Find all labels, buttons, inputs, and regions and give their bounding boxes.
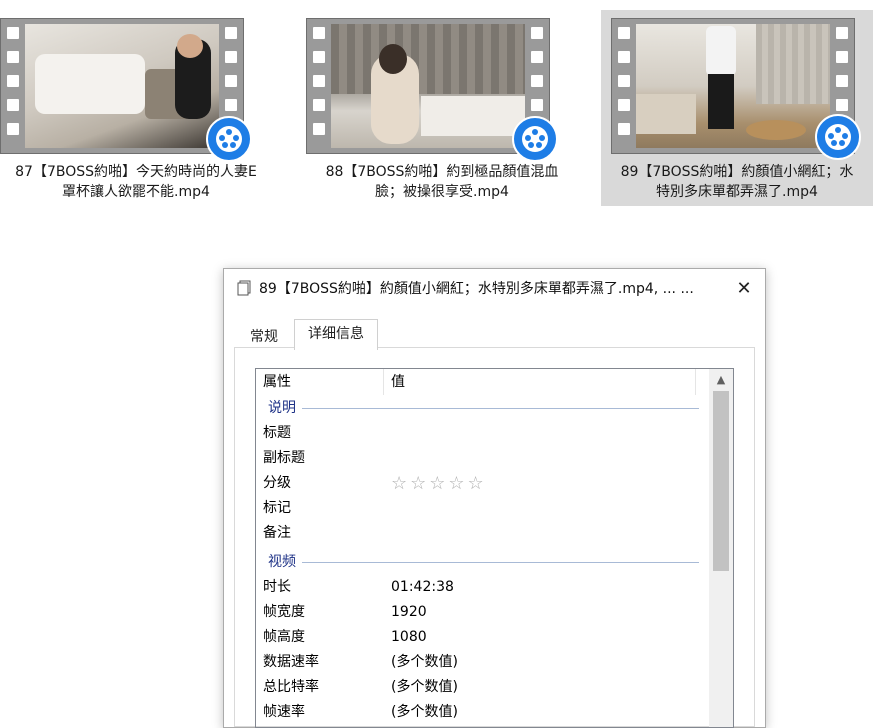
file-item-87[interactable]: 87【7BOSS約啪】今天約時尚的人妻E 罩杯讓人欲罷不能.mp4: [0, 10, 272, 206]
close-button[interactable]: ✕: [723, 269, 765, 307]
files-icon: [236, 280, 252, 296]
group-header-video: 视频: [256, 551, 709, 573]
details-panel: 属性 值 说明 标题 副标题 分级 ☆☆☆☆☆ 标记 备注 视频 时长 01:42:…: [234, 347, 755, 728]
property-row-rating[interactable]: 分级 ☆☆☆☆☆: [256, 471, 709, 496]
group-header-description: 说明: [256, 397, 709, 419]
property-row[interactable]: 帧速率 (多个数值): [256, 700, 709, 725]
property-list[interactable]: 属性 值 说明 标题 副标题 分级 ☆☆☆☆☆ 标记 备注 视频 时长 01:42:…: [255, 368, 734, 728]
property-row[interactable]: 备注: [256, 521, 709, 546]
file-name-label: 89【7BOSS約啪】約顏值小網紅；水 特別多床單都弄濕了.mp4: [620, 164, 854, 200]
property-row[interactable]: 帧高度 1080: [256, 625, 709, 650]
video-player-icon: [206, 116, 252, 162]
property-row[interactable]: 标记: [256, 496, 709, 521]
video-player-icon: [512, 116, 558, 162]
column-header-value[interactable]: 值: [384, 369, 696, 395]
property-row[interactable]: 总比特率 (多个数值): [256, 675, 709, 700]
column-header-property[interactable]: 属性: [256, 369, 384, 395]
property-row[interactable]: 副标题: [256, 446, 709, 471]
scrollbar-thumb[interactable]: [713, 391, 729, 571]
video-player-icon: [815, 114, 861, 160]
property-row[interactable]: 时长 01:42:38: [256, 575, 709, 600]
file-item-89[interactable]: 89【7BOSS約啪】約顏值小網紅；水 特別多床單都弄濕了.mp4: [601, 10, 873, 206]
property-row[interactable]: 标题: [256, 421, 709, 446]
list-header: 属性 值: [256, 369, 709, 395]
dialog-title: 89【7BOSS約啪】約顏值小網紅；水特別多床單都弄濕了.mp4, ... ..…: [259, 281, 694, 297]
properties-dialog: 89【7BOSS約啪】約顏值小網紅；水特別多床單都弄濕了.mp4, ... ..…: [223, 268, 766, 728]
file-item-88[interactable]: 88【7BOSS約啪】約到極品顏值混血 臉；被操很享受.mp4: [306, 10, 578, 206]
file-name-label: 87【7BOSS約啪】今天約時尚的人妻E 罩杯讓人欲罷不能.mp4: [15, 164, 257, 200]
scroll-up-arrow-icon[interactable]: ▲: [709, 369, 733, 389]
rating-stars[interactable]: ☆☆☆☆☆: [391, 471, 487, 496]
property-row[interactable]: 数据速率 (多个数值): [256, 650, 709, 675]
dialog-titlebar[interactable]: 89【7BOSS約啪】約顏值小網紅；水特別多床單都弄濕了.mp4, ... ..…: [224, 269, 765, 307]
property-row[interactable]: 帧宽度 1920: [256, 600, 709, 625]
vertical-scrollbar[interactable]: ▲: [709, 369, 733, 727]
tab-details[interactable]: 详细信息: [294, 319, 378, 350]
file-name-label: 88【7BOSS約啪】約到極品顏值混血 臉；被操很享受.mp4: [325, 164, 559, 200]
